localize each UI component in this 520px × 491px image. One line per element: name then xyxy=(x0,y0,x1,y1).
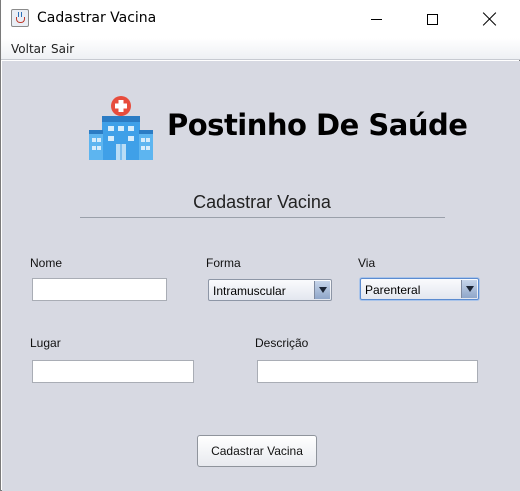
lugar-input[interactable] xyxy=(32,360,194,383)
minimize-button[interactable] xyxy=(353,0,399,38)
nome-label: Nome xyxy=(30,256,63,270)
app-window: Cadastrar Vacina Voltar Sair Postinho De… xyxy=(0,0,520,491)
descricao-label: Descrição xyxy=(255,336,309,350)
form-panel: Postinho De Saúde Cadastrar Vacina Nome … xyxy=(2,61,520,491)
minimize-icon xyxy=(370,18,382,20)
java-app-icon xyxy=(11,9,29,27)
forma-select-value: Intramuscular xyxy=(213,284,286,298)
via-label: Via xyxy=(358,256,376,270)
close-icon xyxy=(483,12,497,26)
menu-item-voltar[interactable]: Voltar xyxy=(11,42,46,56)
nome-input[interactable] xyxy=(32,278,167,301)
forma-dropdown-button[interactable] xyxy=(314,281,330,299)
forma-label: Forma xyxy=(206,256,241,270)
via-select-value: Parenteral xyxy=(365,283,421,297)
via-select[interactable]: Parenteral xyxy=(360,278,479,300)
form-title: Cadastrar Vacina xyxy=(2,192,520,213)
hospital-icon xyxy=(89,96,153,160)
lugar-label: Lugar xyxy=(30,336,61,350)
form-title-text: Cadastrar Vacina xyxy=(193,192,331,212)
window-title: Cadastrar Vacina xyxy=(37,10,157,26)
maximize-button[interactable] xyxy=(409,0,455,38)
cadastrar-vacina-button[interactable]: Cadastrar Vacina xyxy=(197,435,317,467)
via-dropdown-button[interactable] xyxy=(461,280,477,298)
brand-title: Postinho De Saúde xyxy=(167,108,468,142)
chevron-down-icon xyxy=(465,286,474,292)
maximize-icon xyxy=(426,13,438,25)
close-button[interactable] xyxy=(467,0,513,38)
title-divider xyxy=(80,217,445,218)
descricao-input[interactable] xyxy=(257,360,478,383)
menu-bar: Voltar Sair xyxy=(1,38,520,60)
chevron-down-icon xyxy=(318,287,327,293)
menu-item-sair[interactable]: Sair xyxy=(51,42,74,56)
forma-select[interactable]: Intramuscular xyxy=(208,279,332,301)
title-bar[interactable]: Cadastrar Vacina xyxy=(1,0,520,38)
